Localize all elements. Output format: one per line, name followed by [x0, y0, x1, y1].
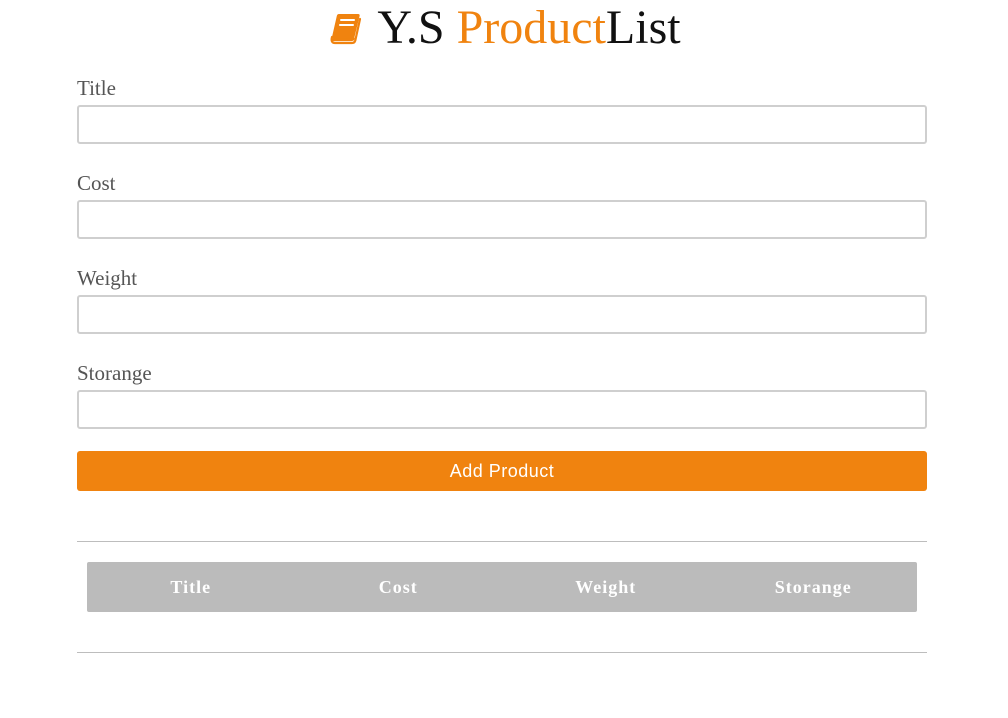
column-header-weight: Weight — [575, 576, 637, 597]
storange-input[interactable] — [77, 390, 927, 429]
column-header-storange: Storange — [774, 576, 852, 597]
header-brand: Y.S ProductList — [327, 4, 681, 52]
add-product-button[interactable]: Add Product — [77, 451, 927, 491]
title-suffix: List — [605, 1, 681, 54]
weight-input[interactable] — [77, 295, 927, 334]
divider — [77, 652, 927, 653]
product-form: Title Cost Weight Storange — [77, 74, 927, 454]
app-header: Y.S ProductList — [0, 0, 1008, 60]
title-prefix: Y.S — [377, 1, 457, 54]
title-accent: Product — [456, 1, 606, 54]
book-icon — [327, 10, 363, 46]
column-header-title: Title — [170, 576, 212, 597]
cost-input[interactable] — [77, 200, 927, 239]
weight-label: Weight — [77, 266, 138, 290]
title-label: Title — [77, 76, 116, 100]
storange-field-group: Storange — [77, 359, 927, 454]
cost-field-group: Cost — [77, 169, 927, 264]
storange-label: Storange — [77, 361, 152, 385]
weight-field-group: Weight — [77, 264, 927, 359]
title-input[interactable] — [77, 105, 927, 144]
column-header-cost: Cost — [378, 576, 418, 597]
cost-label: Cost — [77, 171, 116, 195]
title-field-group: Title — [77, 74, 927, 169]
divider — [77, 541, 927, 542]
app-title: Y.S ProductList — [377, 4, 680, 52]
product-table-header: Title Cost Weight Storange — [87, 562, 917, 612]
